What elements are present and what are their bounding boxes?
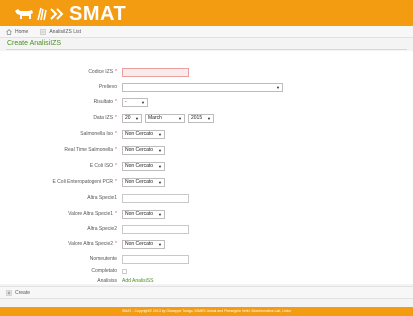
form-row-real-time-salmonella: Real Time Salmonella * Non Cercato ▼: [0, 144, 413, 156]
real-time-salmonella-label: Real Time Salmonella *: [64, 147, 117, 153]
salmonella-iso-label: Salmonella Iso *: [80, 131, 117, 137]
codice-izs-label: Codice IZS *: [88, 69, 117, 75]
dropdown-arrow-icon: ▼: [158, 163, 162, 169]
risultato-label: Risultato *: [93, 99, 117, 105]
list-icon: [40, 28, 47, 35]
form-row-valore-altra-specie2: Valore Altra Specie2 * Non Cercato ▼: [0, 238, 413, 250]
breadcrumb-list-link[interactable]: AnalisiIZS List: [49, 29, 81, 35]
e-coli-iso-label: E Coli ISO *: [89, 163, 117, 169]
form-row-salmonella-iso: Salmonella Iso * Non Cercato ▼: [0, 128, 413, 140]
e-coli-iso-select[interactable]: Non Cercato ▼: [122, 161, 165, 171]
dropdown-arrow-icon: ▼: [158, 131, 162, 137]
codice-izs-input[interactable]: [122, 67, 189, 77]
e-coli-pcr-label: E Coli Enteropatogeni PCR *: [52, 179, 117, 185]
form-row-data-izs: Data IZS * 20 ▼ March ▼ 2015 ▼: [0, 112, 413, 124]
add-analisiss-link[interactable]: Add AnalisiSS: [122, 276, 153, 286]
dropdown-arrow-icon: ▼: [158, 211, 162, 217]
form-row-e-coli-iso: E Coli ISO * Non Cercato ▼: [0, 160, 413, 172]
double-chevron-icon: [50, 8, 64, 20]
app-logo[interactable]: SMAT: [14, 4, 126, 24]
plus-icon: [6, 289, 12, 296]
altra-specie2-label: Altra Specie2: [87, 226, 117, 232]
dropdown-arrow-icon: ▼: [276, 84, 280, 90]
footer: SMAT - Copyright© 2013 by Giuseppe Tonlg…: [0, 307, 413, 316]
e-coli-pcr-select[interactable]: Non Cercato ▼: [122, 177, 165, 187]
data-izs-year-select[interactable]: 2015 ▼: [188, 113, 214, 123]
wheat-icon: [37, 7, 47, 21]
valore-altra-specie1-label: Valore Altra Specie1 *: [68, 211, 117, 217]
breadcrumb: Home AnalisiIZS List: [0, 26, 413, 38]
valore-altra-specie2-select[interactable]: Non Cercato ▼: [122, 239, 165, 249]
title-divider: [6, 49, 407, 50]
risultato-select[interactable]: - ▼: [122, 97, 148, 107]
prelievo-label: Prelievo: [98, 84, 117, 90]
app-header: SMAT: [0, 0, 413, 26]
form-row-valore-altra-specie1: Valore Altra Specie1 * Non Cercato ▼: [0, 208, 413, 220]
altra-specie1-input[interactable]: [122, 193, 189, 203]
valore-altra-specie1-select[interactable]: Non Cercato ▼: [122, 209, 165, 219]
data-izs-month-select[interactable]: March ▼: [145, 113, 185, 123]
form-row-prelievo: Prelievo ▼: [0, 81, 413, 93]
prelievo-select[interactable]: ▼: [122, 82, 283, 92]
page-title: Create AnalisiIZS: [7, 40, 62, 47]
cow-icon: [15, 9, 33, 19]
nomeutente-label: Nomeutente: [89, 256, 117, 262]
form-row-codice-izs: Codice IZS *: [0, 66, 413, 78]
create-button[interactable]: Create: [15, 290, 30, 296]
form-row-altra-specie1: Altra Specie1: [0, 192, 413, 204]
dropdown-arrow-icon: ▼: [141, 99, 145, 105]
altra-specie2-input[interactable]: [122, 224, 189, 234]
data-izs-day-select[interactable]: 20 ▼: [122, 113, 142, 123]
create-form: Codice IZS * Prelievo ▼ Risultato * - ▼ Dat…: [0, 51, 413, 284]
completato-checkbox[interactable]: [122, 268, 127, 274]
action-bar: Create: [0, 286, 413, 299]
dropdown-arrow-icon: ▼: [135, 115, 139, 121]
breadcrumb-home-link[interactable]: Home: [15, 29, 28, 35]
altra-specie1-label: Altra Specie1: [87, 195, 117, 201]
nomeutente-input[interactable]: [122, 254, 189, 264]
form-row-altra-specie2: Altra Specie2: [0, 223, 413, 235]
dropdown-arrow-icon: ▼: [158, 179, 162, 185]
dropdown-arrow-icon: ▼: [158, 147, 162, 153]
valore-altra-specie2-label: Valore Altra Specie2 *: [68, 241, 117, 247]
home-icon: [6, 28, 12, 35]
dropdown-arrow-icon: ▼: [158, 241, 162, 247]
real-time-salmonella-select[interactable]: Non Cercato ▼: [122, 145, 165, 155]
data-izs-label: Data IZS *: [93, 115, 117, 121]
dropdown-arrow-icon: ▼: [207, 115, 211, 121]
salmonella-iso-select[interactable]: Non Cercato ▼: [122, 129, 165, 139]
form-row-nomeutente: Nomeutente: [0, 253, 413, 265]
app-name: SMAT: [69, 3, 127, 25]
form-row-e-coli-pcr: E Coli Enteropatogeni PCR * Non Cercato ▼: [0, 176, 413, 188]
dropdown-arrow-icon: ▼: [178, 115, 182, 121]
form-row-risultato: Risultato * - ▼: [0, 96, 413, 108]
